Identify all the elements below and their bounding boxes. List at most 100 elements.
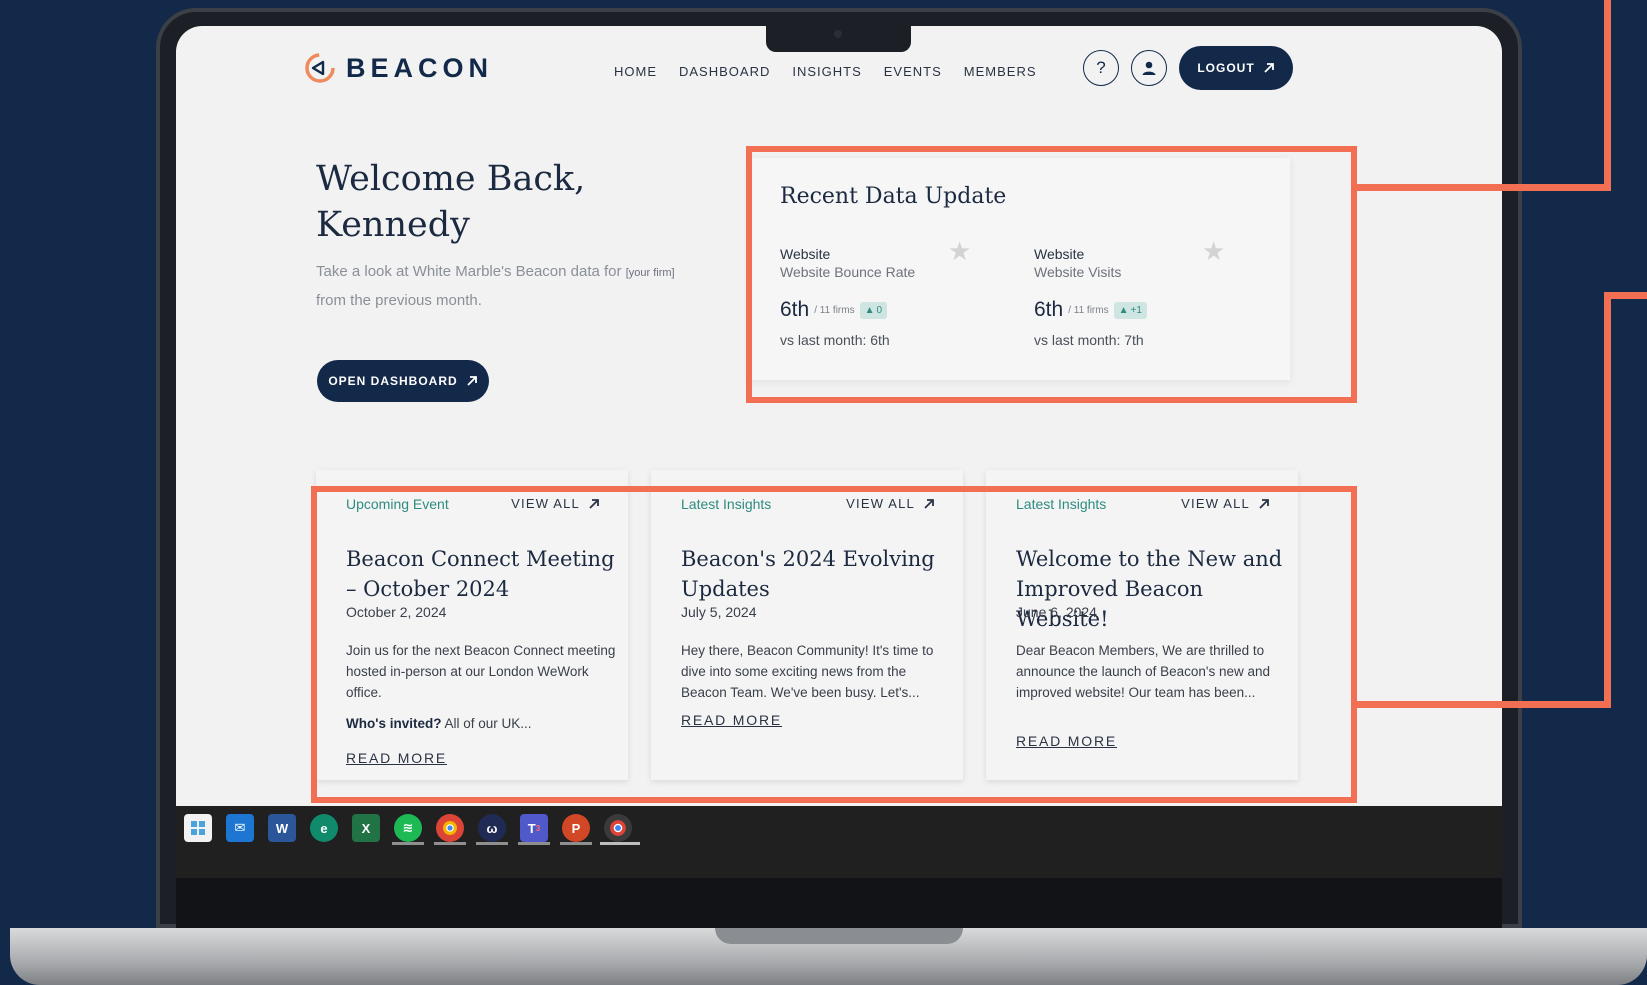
nav-home[interactable]: HOME xyxy=(614,64,657,79)
laptop-chin xyxy=(176,878,1502,928)
card-date: June 6, 2024 xyxy=(1016,604,1097,620)
user-icon xyxy=(1142,61,1156,75)
metric-name: Website Visits xyxy=(1034,264,1122,280)
edge-icon[interactable]: e xyxy=(310,814,338,842)
help-button[interactable]: ? xyxy=(1083,50,1119,86)
card-invite: Who's invited? All of our UK... xyxy=(346,716,532,731)
invite-label: Who's invited? xyxy=(346,716,442,731)
card-tag: Latest Insights xyxy=(1016,496,1107,512)
card-title[interactable]: Welcome to the New and Improved Beacon W… xyxy=(1016,544,1286,634)
star-icon[interactable]: ★ xyxy=(1202,236,1225,267)
card-body: Hey there, Beacon Community! It's time t… xyxy=(681,643,934,700)
powerpoint-icon[interactable]: P xyxy=(562,814,590,842)
chrome-active-indicator xyxy=(434,842,466,845)
metric-rank: 6th / 11 firms ▲ 0 xyxy=(780,298,1010,322)
start-icon[interactable] xyxy=(184,814,212,842)
connector-line-bottom-vertical xyxy=(1604,292,1611,708)
card-date: July 5, 2024 xyxy=(681,604,757,620)
spotify-icon[interactable]: ≋ xyxy=(394,814,422,842)
view-all-link[interactable]: VIEW ALL xyxy=(846,496,935,511)
read-more-link[interactable]: READ MORE xyxy=(346,750,447,766)
triangle-up-icon: ▲ xyxy=(864,304,875,316)
arrow-up-right-icon xyxy=(589,498,599,509)
card-date: October 2, 2024 xyxy=(346,604,447,620)
connector-line-top-vertical xyxy=(1604,0,1611,191)
recent-data-title: Recent Data Update xyxy=(780,184,1007,209)
metric-bounce-rate[interactable]: Website Website Bounce Rate 6th / 11 fir… xyxy=(780,246,1010,348)
rank-of-firms: / 11 firms xyxy=(814,304,855,316)
nav-dashboard[interactable]: DASHBOARD xyxy=(679,64,770,79)
arrow-up-right-icon xyxy=(1259,498,1269,509)
metric-website-visits[interactable]: Website Website Visits 6th / 11 firms ▲ … xyxy=(1034,246,1264,348)
mail-icon[interactable]: ✉ xyxy=(226,814,254,842)
event-card: Upcoming Event VIEW ALL Beacon Connect M… xyxy=(316,470,628,780)
triangle-up-icon: ▲ xyxy=(1118,304,1129,316)
read-more-link[interactable]: READ MORE xyxy=(681,712,782,728)
spotify-active-indicator xyxy=(392,842,424,845)
nav-insights[interactable]: INSIGHTS xyxy=(792,64,861,79)
chrome-icon[interactable] xyxy=(436,814,464,842)
card-title[interactable]: Beacon Connect Meeting – October 2024 xyxy=(346,544,616,604)
chrome-profile-icon[interactable] xyxy=(604,814,632,842)
excel-icon[interactable]: X xyxy=(352,814,380,842)
rank-of-firms: / 11 firms xyxy=(1068,304,1109,316)
nav-members[interactable]: MEMBERS xyxy=(964,64,1037,79)
nav-events[interactable]: EVENTS xyxy=(884,64,942,79)
star-icon[interactable]: ★ xyxy=(948,236,971,267)
arrow-up-right-icon xyxy=(467,376,477,386)
word-icon[interactable]: W xyxy=(268,814,296,842)
firm-placeholder: [your firm] xyxy=(625,267,675,279)
rank-value: 6th xyxy=(1034,298,1064,321)
question-icon: ? xyxy=(1096,58,1106,77)
teams-badge: 3 xyxy=(535,823,541,833)
camera-icon xyxy=(834,30,842,38)
logout-label: LOGOUT xyxy=(1197,61,1255,75)
powerpoint-active-indicator xyxy=(560,842,592,845)
arrow-up-right-icon xyxy=(924,498,934,509)
metric-vs-last-month: vs last month: 7th xyxy=(1034,332,1144,348)
chrome-profile-active-indicator xyxy=(600,842,640,845)
view-all-link[interactable]: VIEW ALL xyxy=(1181,496,1270,511)
connector-line-bottom-stub xyxy=(1604,292,1647,299)
profile-button[interactable] xyxy=(1131,50,1167,86)
card-title[interactable]: Beacon's 2024 Evolving Updates xyxy=(681,544,951,604)
welcome-heading: Welcome Back, Kennedy xyxy=(316,159,586,245)
logout-button[interactable]: LOGOUT xyxy=(1179,46,1293,90)
metric-vs-last-month: vs last month: 6th xyxy=(780,332,890,348)
open-dashboard-button[interactable]: OPEN DASHBOARD xyxy=(317,360,489,402)
arrow-up-right-icon xyxy=(1264,63,1274,73)
card-tag: Upcoming Event xyxy=(346,496,449,512)
invite-text: All of our UK... xyxy=(444,716,532,731)
webex-icon[interactable]: ω xyxy=(478,814,506,842)
metric-rank: 6th / 11 firms ▲ +1 xyxy=(1034,298,1264,322)
browser-viewport: BEACON HOME DASHBOARD INSIGHTS EVENTS ME… xyxy=(176,26,1502,806)
teams-icon[interactable]: T3 xyxy=(520,814,548,842)
laptop-lid-notch xyxy=(715,928,963,944)
card-body: Join us for the next Beacon Connect meet… xyxy=(346,643,616,700)
recent-data-card: Recent Data Update Website Website Bounc… xyxy=(750,158,1290,380)
welcome-subtitle: Take a look at White Marble's Beacon dat… xyxy=(316,258,676,315)
insight-card-new-website: Latest Insights VIEW ALL Welcome to the … xyxy=(986,470,1298,780)
insight-card-evolving-updates: Latest Insights VIEW ALL Beacon's 2024 E… xyxy=(651,470,963,780)
metric-category: Website xyxy=(1034,246,1085,262)
metric-name: Website Bounce Rate xyxy=(780,264,916,280)
teams-active-indicator xyxy=(518,842,550,845)
view-all-label: VIEW ALL xyxy=(511,496,580,511)
view-all-link[interactable]: VIEW ALL xyxy=(511,496,600,511)
brand-name: BEACON xyxy=(346,52,494,83)
beacon-logo[interactable]: BEACON xyxy=(304,52,493,84)
beacon-logo-icon xyxy=(305,53,335,83)
change-badge: ▲ +1 xyxy=(1113,301,1147,319)
word-letter: W xyxy=(275,820,289,836)
read-more-link[interactable]: READ MORE xyxy=(1016,733,1117,749)
card-tag: Latest Insights xyxy=(681,496,772,512)
welcome-sub-suffix: from the previous month. xyxy=(316,292,482,309)
change-badge: ▲ 0 xyxy=(859,301,888,319)
open-dashboard-label: OPEN DASHBOARD xyxy=(328,374,458,388)
main-nav: HOME DASHBOARD INSIGHTS EVENTS MEMBERS xyxy=(614,64,1037,79)
change-value: +1 xyxy=(1130,304,1142,316)
metric-category: Website xyxy=(780,246,831,262)
change-value: 0 xyxy=(876,304,883,316)
webex-active-indicator xyxy=(476,842,508,845)
connector-line-top-horizontal xyxy=(1357,184,1611,191)
